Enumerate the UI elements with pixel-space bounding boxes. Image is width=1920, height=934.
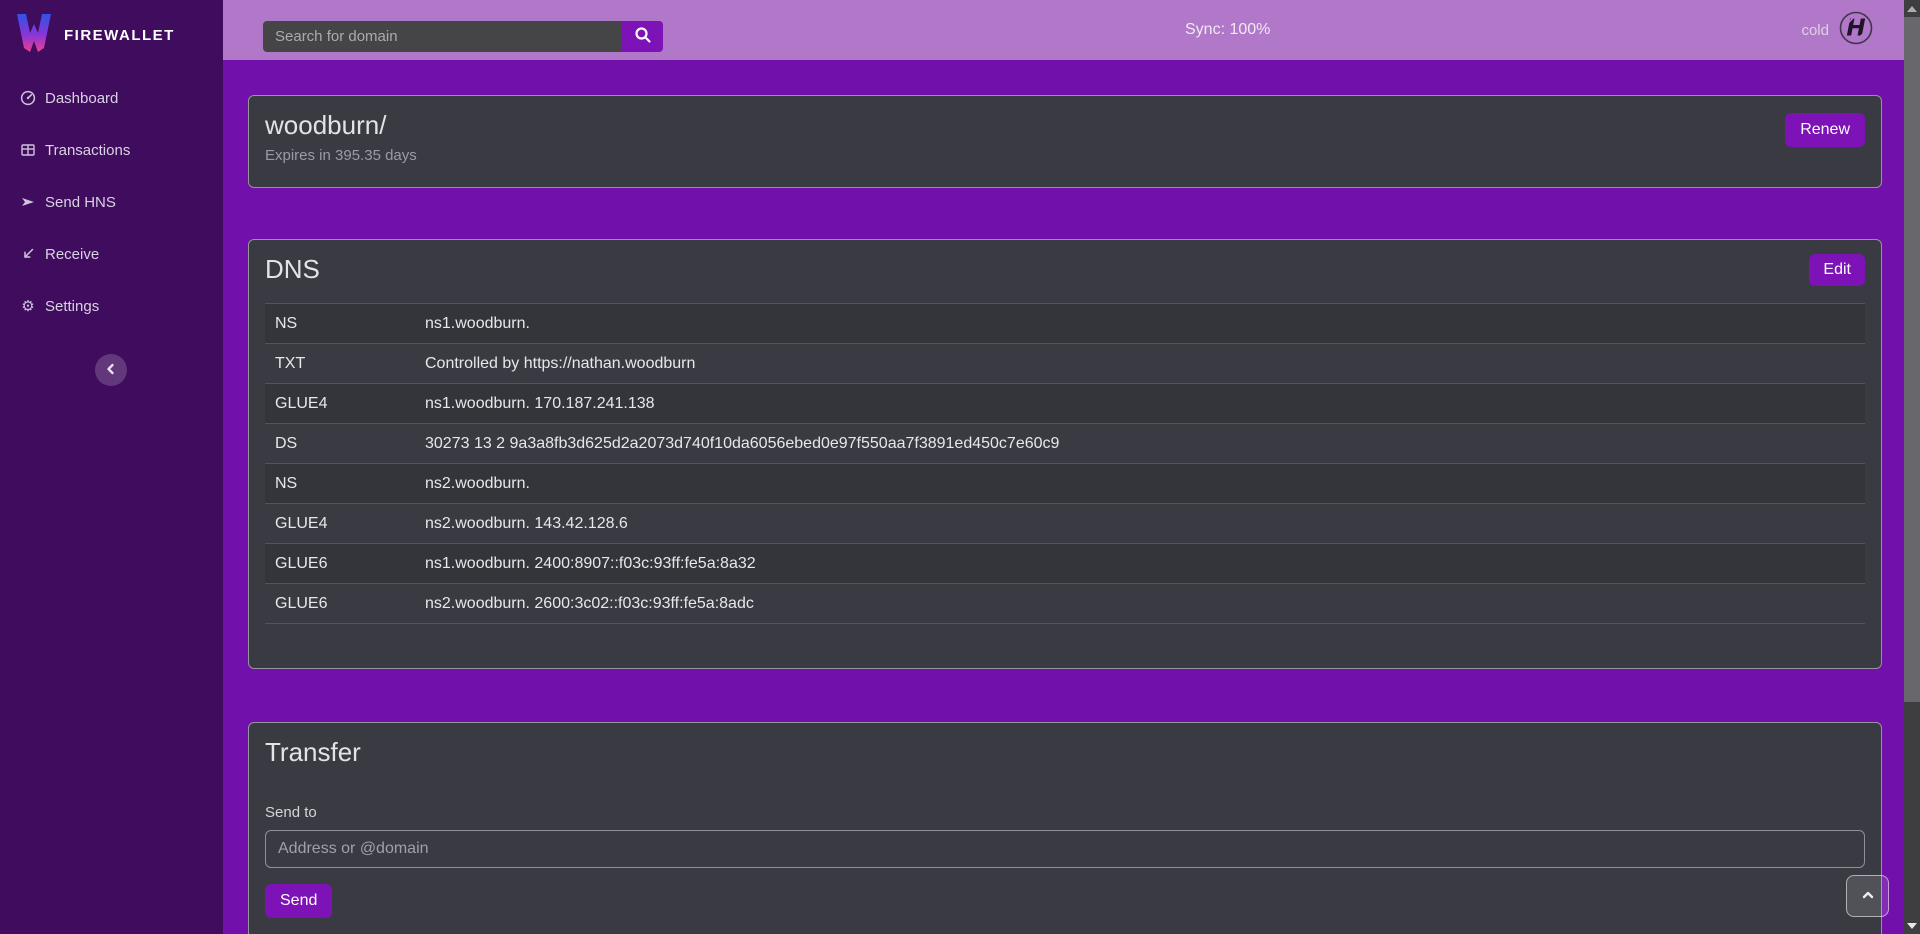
sidebar-nav: Dashboard Transactions S xyxy=(0,72,223,332)
transfer-card: Transfer Send to Send xyxy=(248,722,1882,934)
transfer-address-input[interactable] xyxy=(265,830,1865,868)
scrollbar-thumb[interactable] xyxy=(1904,17,1920,702)
dns-record-row: NS ns1.woodburn. xyxy=(265,304,1865,344)
sidebar-item-settings[interactable]: ⚙ Settings xyxy=(0,280,223,332)
send-icon xyxy=(20,194,36,210)
wallet-cluster[interactable]: cold H xyxy=(1801,0,1874,60)
wallet-name: cold xyxy=(1801,22,1829,39)
brand-name: FIREWALLET xyxy=(64,27,175,44)
dns-record-type: GLUE6 xyxy=(265,555,415,573)
sidebar-item-label: Send HNS xyxy=(45,194,116,211)
dns-record-row: GLUE4 ns2.woodburn. 143.42.128.6 xyxy=(265,504,1865,544)
dns-record-value: Controlled by https://nathan.woodburn xyxy=(415,355,1865,373)
sidebar-item-send-hns[interactable]: Send HNS xyxy=(0,176,223,228)
transfer-title: Transfer xyxy=(265,737,1865,768)
svg-text:H: H xyxy=(1846,15,1865,41)
dns-record-value: ns2.woodburn. 2600:3c02::f03c:93ff:fe5a:… xyxy=(415,595,1865,613)
dns-record-type: NS xyxy=(265,475,415,493)
dns-record-value: ns2.woodburn. xyxy=(415,475,1865,493)
chevron-left-icon xyxy=(104,362,118,379)
sidebar-item-label: Settings xyxy=(45,298,99,315)
gauge-icon xyxy=(20,90,36,106)
dns-card-header: DNS Edit xyxy=(265,254,1865,286)
sync-status: Sync: 100% xyxy=(1185,0,1270,60)
dns-record-type: GLUE4 xyxy=(265,515,415,533)
renew-button[interactable]: Renew xyxy=(1785,113,1865,147)
dns-record-row: GLUE6 ns2.woodburn. 2600:3c02::f03c:93ff… xyxy=(265,584,1865,624)
sidebar-item-transactions[interactable]: Transactions xyxy=(0,124,223,176)
sidebar-item-label: Transactions xyxy=(45,142,130,159)
dns-record-row: GLUE6 ns1.woodburn. 2400:8907::f03c:93ff… xyxy=(265,544,1865,584)
sidebar-item-dashboard[interactable]: Dashboard xyxy=(0,72,223,124)
search-input[interactable] xyxy=(263,21,622,52)
dns-records-table: NS ns1.woodburn. TXT Controlled by https… xyxy=(265,303,1865,624)
dns-record-value: ns1.woodburn. 2400:8907::f03c:93ff:fe5a:… xyxy=(415,555,1865,573)
dns-record-type: GLUE4 xyxy=(265,395,415,413)
dns-record-type: DS xyxy=(265,435,415,453)
dns-record-type: NS xyxy=(265,315,415,333)
dns-record-value: 30273 13 2 9a3a8fb3d625d2a2073d740f10da6… xyxy=(415,435,1865,453)
firewallet-app: Sync: 100% cold H xyxy=(0,0,1920,934)
dns-record-value: ns1.woodburn. 170.187.241.138 xyxy=(415,395,1865,413)
edit-dns-button[interactable]: Edit xyxy=(1809,254,1865,286)
top-bar: Sync: 100% cold H xyxy=(223,0,1904,60)
domain-title: woodburn/ xyxy=(265,110,417,141)
search-button[interactable] xyxy=(622,21,663,52)
dns-record-row: DS 30273 13 2 9a3a8fb3d625d2a2073d740f10… xyxy=(265,424,1865,464)
sidebar-item-label: Dashboard xyxy=(45,90,118,107)
scroll-to-top-button[interactable] xyxy=(1846,875,1889,917)
dns-record-value: ns2.woodburn. 143.42.128.6 xyxy=(415,515,1865,533)
scrollbar[interactable] xyxy=(1904,0,1920,934)
sidebar-item-label: Receive xyxy=(45,246,99,263)
domain-expiry: Expires in 395.35 days xyxy=(265,147,417,164)
sidebar-collapse-button[interactable] xyxy=(95,354,127,386)
chevron-up-icon xyxy=(1859,886,1877,907)
brand[interactable]: FIREWALLET xyxy=(0,0,223,61)
scrollbar-down-arrow[interactable] xyxy=(1904,917,1920,934)
dns-record-type: TXT xyxy=(265,355,415,373)
table-icon xyxy=(20,142,36,158)
dns-title: DNS xyxy=(265,254,320,285)
send-button[interactable]: Send xyxy=(265,884,332,918)
dns-record-row: NS ns2.woodburn. xyxy=(265,464,1865,504)
sidebar-item-receive[interactable]: Receive xyxy=(0,228,223,280)
dns-record-type: GLUE6 xyxy=(265,595,415,613)
firewallet-logo-icon xyxy=(14,12,54,59)
gear-icon: ⚙ xyxy=(20,298,36,314)
search-icon xyxy=(634,26,652,47)
receive-arrow-icon xyxy=(20,246,36,262)
handshake-logo-icon: H xyxy=(1838,10,1874,51)
sidebar: FIREWALLET Dashboard xyxy=(0,0,223,934)
domain-info: woodburn/ Expires in 395.35 days xyxy=(265,110,417,173)
domain-search xyxy=(263,21,663,52)
send-to-label: Send to xyxy=(265,804,1865,821)
dns-record-value: ns1.woodburn. xyxy=(415,315,1865,333)
dns-record-row: TXT Controlled by https://nathan.woodbur… xyxy=(265,344,1865,384)
dns-card: DNS Edit NS ns1.woodburn. TXT Controlled… xyxy=(248,239,1882,669)
domain-card: woodburn/ Expires in 395.35 days Renew xyxy=(248,95,1882,188)
scrollbar-up-arrow[interactable] xyxy=(1904,0,1920,17)
dns-record-row: GLUE4 ns1.woodburn. 170.187.241.138 xyxy=(265,384,1865,424)
